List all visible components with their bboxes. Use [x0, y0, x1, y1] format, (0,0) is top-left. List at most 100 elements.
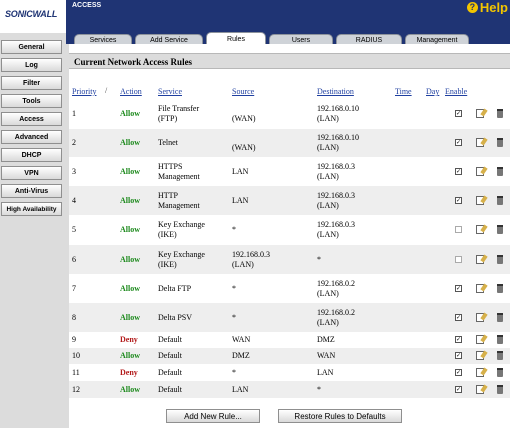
rule-action: Allow	[120, 255, 140, 264]
col-action-header[interactable]: Action	[120, 87, 142, 96]
edit-icon[interactable]	[476, 385, 484, 394]
main-content: Current Network Access Rules Priority / …	[69, 44, 510, 428]
col-priority-header[interactable]: Priority	[72, 87, 96, 96]
trash-icon[interactable]	[497, 167, 503, 176]
trash-icon[interactable]	[497, 284, 503, 293]
rule-priority: 11	[72, 368, 80, 377]
nav-general[interactable]: General	[1, 40, 62, 54]
edit-icon[interactable]	[476, 225, 484, 234]
edit-icon[interactable]	[476, 313, 484, 322]
col-service-header[interactable]: Service	[158, 87, 182, 96]
nav-tools[interactable]: Tools	[1, 94, 62, 108]
rule-action: Allow	[120, 385, 140, 394]
enable-checkbox[interactable]: ✓	[455, 369, 462, 376]
add-new-rule-button[interactable]: Add New Rule...	[166, 409, 260, 423]
rule-service: Telnet	[158, 138, 178, 147]
rule-action: Allow	[120, 109, 140, 118]
trash-icon[interactable]	[497, 335, 503, 344]
enable-checkbox[interactable]: ✓	[455, 314, 462, 321]
edit-icon[interactable]	[476, 138, 484, 147]
col-time-header[interactable]: Time	[395, 87, 412, 96]
enable-checkbox[interactable]: ✓	[455, 197, 462, 204]
edit-icon[interactable]	[476, 368, 484, 377]
trash-icon[interactable]	[497, 196, 503, 205]
rule-service: File Transfer	[158, 104, 200, 113]
col-day-header[interactable]: Day	[426, 87, 439, 96]
col-source-header[interactable]: Source	[232, 87, 254, 96]
enable-checkbox[interactable]: ✓	[455, 386, 462, 393]
enable-checkbox[interactable]	[455, 226, 462, 233]
enable-checkbox[interactable]: ✓	[455, 168, 462, 175]
rule-action: Allow	[120, 138, 140, 147]
sonicwall-logo: SONICWALL	[5, 9, 58, 19]
rule-source: DMZ	[232, 351, 250, 360]
rule-source: LAN	[232, 167, 249, 176]
trash-icon[interactable]	[497, 385, 503, 394]
nav-high-availability[interactable]: High Availability	[1, 202, 62, 216]
enable-checkbox[interactable]: ✓	[455, 110, 462, 117]
nav-access[interactable]: Access	[1, 112, 62, 126]
edit-icon[interactable]	[476, 109, 484, 118]
rule-service: Default	[158, 385, 182, 394]
edit-icon[interactable]	[476, 196, 484, 205]
nav-dhcp[interactable]: DHCP	[1, 148, 62, 162]
rule-service: Management	[158, 172, 200, 181]
rule-service: Key Exchange	[158, 250, 205, 259]
enable-checkbox[interactable]: ✓	[455, 352, 462, 359]
col-destination-header[interactable]: Destination	[317, 87, 354, 96]
trash-icon[interactable]	[497, 351, 503, 360]
nav-filter[interactable]: Filter	[1, 76, 62, 90]
enable-checkbox[interactable]: ✓	[455, 336, 462, 343]
rule-destination: (LAN)	[317, 143, 339, 152]
table-row: 8 Allow Delta PSV * 192.168.0.2 (LAN) ✓	[69, 303, 510, 332]
edit-icon[interactable]	[476, 335, 484, 344]
rule-service: Delta PSV	[158, 313, 192, 322]
table-row: 9 Deny Default WAN DMZ ✓	[69, 332, 510, 348]
table-row: 11 Deny Default * LAN ✓	[69, 364, 510, 381]
rule-action: Allow	[120, 225, 140, 234]
edit-icon[interactable]	[476, 351, 484, 360]
rule-source: (WAN)	[232, 114, 256, 123]
trash-icon[interactable]	[497, 255, 503, 264]
page-title: Current Network Access Rules	[74, 57, 193, 67]
edit-icon[interactable]	[476, 284, 484, 293]
trash-icon[interactable]	[497, 138, 503, 147]
nav-vpn[interactable]: VPN	[1, 166, 62, 180]
rule-service: HTTPS	[158, 162, 183, 171]
sort-arrow-icon: /	[105, 86, 108, 95]
trash-icon[interactable]	[497, 368, 503, 377]
enable-checkbox[interactable]: ✓	[455, 139, 462, 146]
rule-service: (IKE)	[158, 260, 177, 269]
rule-source: *	[232, 225, 236, 234]
question-circle-icon[interactable]: ?	[466, 1, 478, 13]
help-link[interactable]: ? Help	[466, 0, 508, 15]
trash-icon[interactable]	[497, 225, 503, 234]
enable-checkbox[interactable]: ✓	[455, 285, 462, 292]
trash-icon[interactable]	[497, 109, 503, 118]
enable-checkbox[interactable]	[455, 256, 462, 263]
nav-log[interactable]: Log	[1, 58, 62, 72]
help-label[interactable]: Help	[480, 0, 508, 15]
rule-service: (IKE)	[158, 230, 177, 239]
col-enable-header[interactable]: Enable	[445, 87, 467, 96]
rule-action: Allow	[120, 196, 140, 205]
rule-priority: 9	[72, 335, 76, 344]
edit-icon[interactable]	[476, 167, 484, 176]
rule-action: Allow	[120, 313, 140, 322]
nav-anti-virus[interactable]: Anti-Virus	[1, 184, 62, 198]
rule-service: (FTP)	[158, 114, 178, 123]
rule-source: WAN	[232, 335, 251, 344]
edit-icon[interactable]	[476, 255, 484, 264]
rule-service: HTTP	[158, 191, 178, 200]
table-row: 10 Allow Default DMZ WAN ✓	[69, 348, 510, 364]
rule-destination: 192.168.0.3	[317, 191, 355, 200]
rule-source: 192.168.0.3	[232, 250, 270, 259]
trash-icon[interactable]	[497, 313, 503, 322]
rule-priority: 5	[72, 225, 76, 234]
rule-priority: 3	[72, 167, 76, 176]
rule-action: Allow	[120, 284, 140, 293]
rule-priority: 1	[72, 109, 76, 118]
restore-defaults-button[interactable]: Restore Rules to Defaults	[278, 409, 402, 423]
rule-source: *	[232, 313, 236, 322]
nav-advanced[interactable]: Advanced	[1, 130, 62, 144]
